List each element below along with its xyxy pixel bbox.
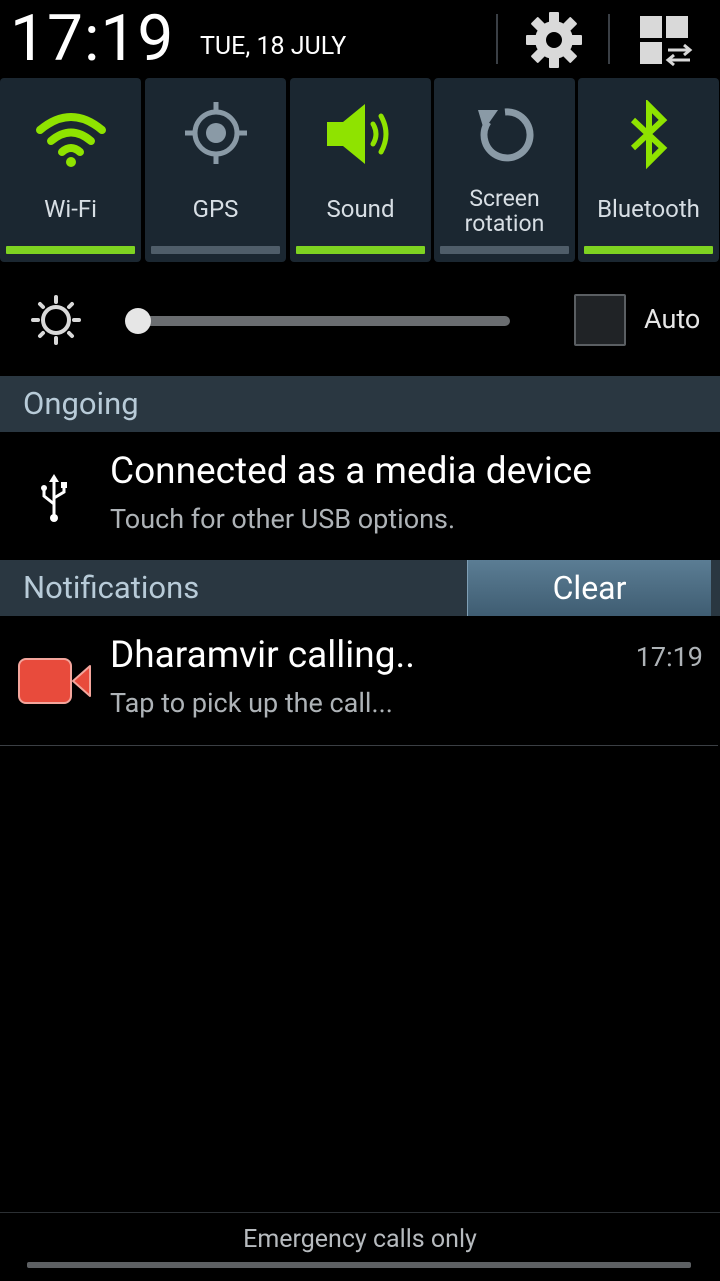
- tile-label-line2: rotation: [464, 210, 545, 237]
- clear-button[interactable]: Clear: [467, 560, 711, 616]
- gps-icon: [145, 100, 286, 170]
- speaker-icon: [290, 100, 431, 170]
- video-camera-icon: [18, 658, 92, 704]
- gear-icon[interactable]: [522, 8, 586, 72]
- tile-label-line1: Screen: [469, 185, 540, 212]
- tile-state-bar: [584, 246, 713, 254]
- tile-label: Bluetooth: [597, 195, 700, 223]
- tile-state-bar: [151, 246, 280, 254]
- notification-title: Dharamvir calling..: [110, 634, 416, 677]
- screen-rotation-toggle[interactable]: Screen rotation: [434, 78, 575, 262]
- tile-label: Screen rotation: [434, 186, 575, 236]
- drag-handle[interactable]: [27, 1262, 691, 1268]
- tile-state-bar: [296, 246, 425, 254]
- ongoing-title: Ongoing: [23, 385, 139, 422]
- notification-title: Connected as a media device: [110, 450, 592, 493]
- clock-time: 17:19: [10, 1, 175, 76]
- usb-icon: [36, 474, 72, 524]
- tile-state-bar: [440, 246, 569, 254]
- rotation-icon: [434, 100, 575, 170]
- header-divider: [608, 14, 610, 64]
- brightness-slider-track[interactable]: [137, 316, 510, 326]
- notifications-title: Notifications: [23, 569, 200, 606]
- grid-swap-icon[interactable]: [634, 8, 698, 72]
- date-label: TUE, 18 JULY: [200, 32, 347, 61]
- notification-time: 17:19: [635, 641, 703, 673]
- status-header: 17:19 TUE, 18 JULY: [0, 0, 720, 78]
- gps-toggle[interactable]: GPS: [145, 78, 286, 262]
- bluetooth-toggle[interactable]: Bluetooth: [578, 78, 719, 262]
- header-divider: [496, 14, 498, 64]
- brightness-slider-thumb[interactable]: [125, 308, 151, 334]
- auto-brightness-label: Auto: [644, 303, 701, 335]
- emergency-calls-label: Emergency calls only: [243, 1225, 477, 1254]
- notification-divider: [0, 745, 718, 746]
- notifications-header: Notifications Clear: [0, 560, 720, 616]
- call-notification[interactable]: Dharamvir calling.. Tap to pick up the c…: [0, 616, 720, 746]
- notification-subtitle: Touch for other USB options.: [110, 503, 456, 535]
- tile-label: Wi-Fi: [44, 195, 97, 223]
- wifi-toggle[interactable]: Wi-Fi: [0, 78, 141, 262]
- sound-toggle[interactable]: Sound: [290, 78, 431, 262]
- ongoing-header: Ongoing: [0, 376, 720, 432]
- quick-settings-panel: Wi-Fi GPS Sound Screen rotation Bluetoot…: [0, 78, 720, 262]
- wifi-icon: [0, 100, 141, 170]
- tile-label: GPS: [192, 195, 239, 223]
- brightness-row: Auto: [0, 262, 720, 376]
- notification-subtitle: Tap to pick up the call...: [110, 687, 393, 719]
- usb-notification[interactable]: Connected as a media device Touch for ot…: [0, 432, 720, 560]
- auto-brightness-checkbox[interactable]: [574, 294, 626, 346]
- tile-state-bar: [6, 246, 135, 254]
- tile-label: Sound: [326, 195, 395, 223]
- footer-carrier: Emergency calls only: [0, 1212, 720, 1281]
- bluetooth-icon: [578, 100, 719, 170]
- brightness-icon: [30, 294, 82, 346]
